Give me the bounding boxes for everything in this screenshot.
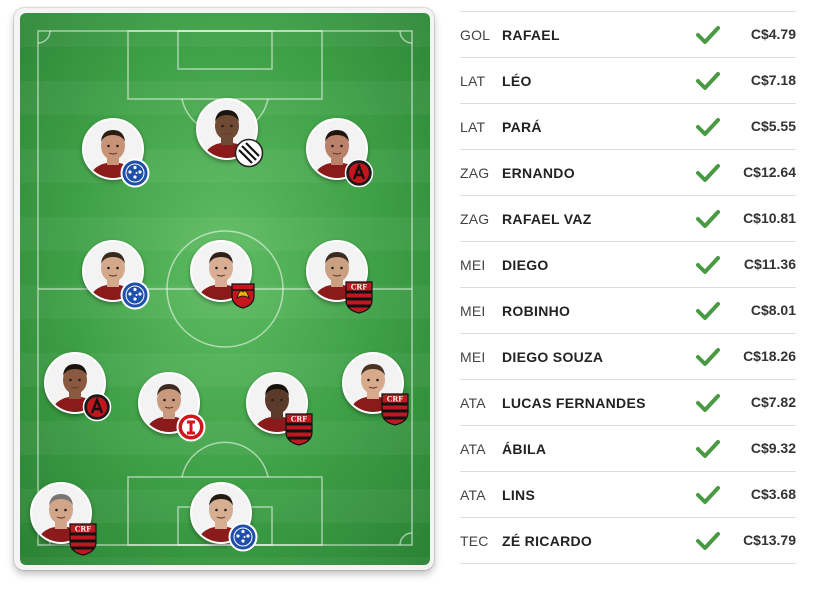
lineup-row[interactable]: ZAG RAFAEL VAZ C$10.81 [460, 196, 796, 242]
lineup-row[interactable]: ATA ÁBILA C$9.32 [460, 426, 796, 472]
position-label: GOL [460, 26, 491, 43]
flamengo-crest-icon: CRF [284, 412, 314, 446]
flamengo-crest-icon: CRF [344, 280, 374, 314]
lineup-row[interactable]: GOL RAFAEL C$4.79 [460, 11, 796, 58]
lineup-row[interactable]: ZAG ERNANDO C$12.64 [460, 150, 796, 196]
player-price: C$11.36 [743, 256, 796, 272]
svg-text:CRF: CRF [75, 525, 92, 534]
svg-text:CRF: CRF [387, 395, 404, 404]
cruzeiro-crest-icon [120, 158, 150, 188]
pitch-player[interactable]: CRF [246, 372, 313, 446]
position-label: ATA [460, 394, 486, 411]
atletico-pr-crest-icon [344, 158, 374, 188]
player-price: C$5.55 [750, 118, 796, 134]
position-label: MEI [460, 302, 486, 319]
position-label: ZAG [460, 164, 490, 181]
pitch-player[interactable] [190, 482, 258, 552]
check-icon [696, 439, 720, 459]
check-icon [696, 255, 720, 275]
cruzeiro-crest-icon [228, 522, 258, 552]
figueirense-crest-icon [234, 138, 264, 168]
pitch-player[interactable]: CRF [342, 352, 409, 426]
pitch-player[interactable] [196, 98, 264, 168]
atletico-pr-crest-icon [82, 392, 112, 422]
lineup-row[interactable]: LAT PARÁ C$5.55 [460, 104, 796, 150]
position-label: LAT [460, 118, 486, 135]
lineup-row[interactable]: MEI DIEGO SOUZA C$18.26 [460, 334, 796, 380]
player-price: C$18.26 [743, 348, 796, 364]
flamengo-crest-icon: CRF [380, 392, 410, 426]
cruzeiro-crest-icon [120, 280, 150, 310]
position-label: MEI [460, 348, 486, 365]
pitch-player[interactable]: CRF [306, 240, 373, 314]
check-icon [696, 301, 720, 321]
lineup-row[interactable]: LAT LÉO C$7.18 [460, 58, 796, 104]
lineup-row[interactable]: TEC ZÉ RICARDO C$13.79 [460, 518, 796, 564]
lineup-row[interactable]: MEI DIEGO C$11.36 [460, 242, 796, 288]
player-price: C$3.68 [750, 486, 796, 502]
position-label: MEI [460, 256, 486, 273]
check-icon [696, 25, 720, 45]
flamengo-crest-icon: CRF [68, 522, 98, 556]
position-label: ZAG [460, 210, 490, 227]
check-icon [696, 531, 720, 551]
lineup-row[interactable]: ATA LUCAS FERNANDES C$7.82 [460, 380, 796, 426]
pitch-player[interactable] [44, 352, 112, 422]
check-icon [696, 209, 720, 229]
player-price: C$13.79 [743, 532, 796, 548]
check-icon [696, 485, 720, 505]
check-icon [696, 393, 720, 413]
player-price: C$12.64 [743, 164, 796, 180]
lineup-row[interactable]: ATA LINS C$3.68 [460, 472, 796, 518]
check-icon [696, 163, 720, 183]
position-label: ATA [460, 486, 486, 503]
pitch-player[interactable] [306, 118, 374, 188]
pitch-player[interactable] [82, 240, 150, 310]
pitch-player[interactable] [82, 118, 150, 188]
player-price: C$7.82 [750, 394, 796, 410]
position-label: TEC [460, 532, 489, 549]
pitch-player[interactable] [138, 372, 206, 442]
position-label: ATA [460, 440, 486, 457]
check-icon [696, 117, 720, 137]
player-price: C$9.32 [750, 440, 796, 456]
pitch-player[interactable]: CRF [30, 482, 97, 556]
lineup-list: GOL RAFAEL C$4.79 LAT LÉO C$7.18 LAT PARÁ C$5.55… [460, 11, 796, 564]
lineup-row[interactable]: MEI ROBINHO C$8.01 [460, 288, 796, 334]
player-price: C$4.79 [750, 26, 796, 42]
svg-text:CRF: CRF [351, 283, 368, 292]
player-price: C$7.18 [750, 72, 796, 88]
player-price: C$8.01 [750, 302, 796, 318]
internacional-crest-icon [176, 412, 206, 442]
position-label: LAT [460, 72, 486, 89]
check-icon [696, 71, 720, 91]
check-icon [696, 347, 720, 367]
svg-text:CRF: CRF [291, 415, 308, 424]
player-price: C$10.81 [743, 210, 796, 226]
pitch-player[interactable] [190, 240, 255, 309]
sport-crest-icon [228, 280, 258, 310]
